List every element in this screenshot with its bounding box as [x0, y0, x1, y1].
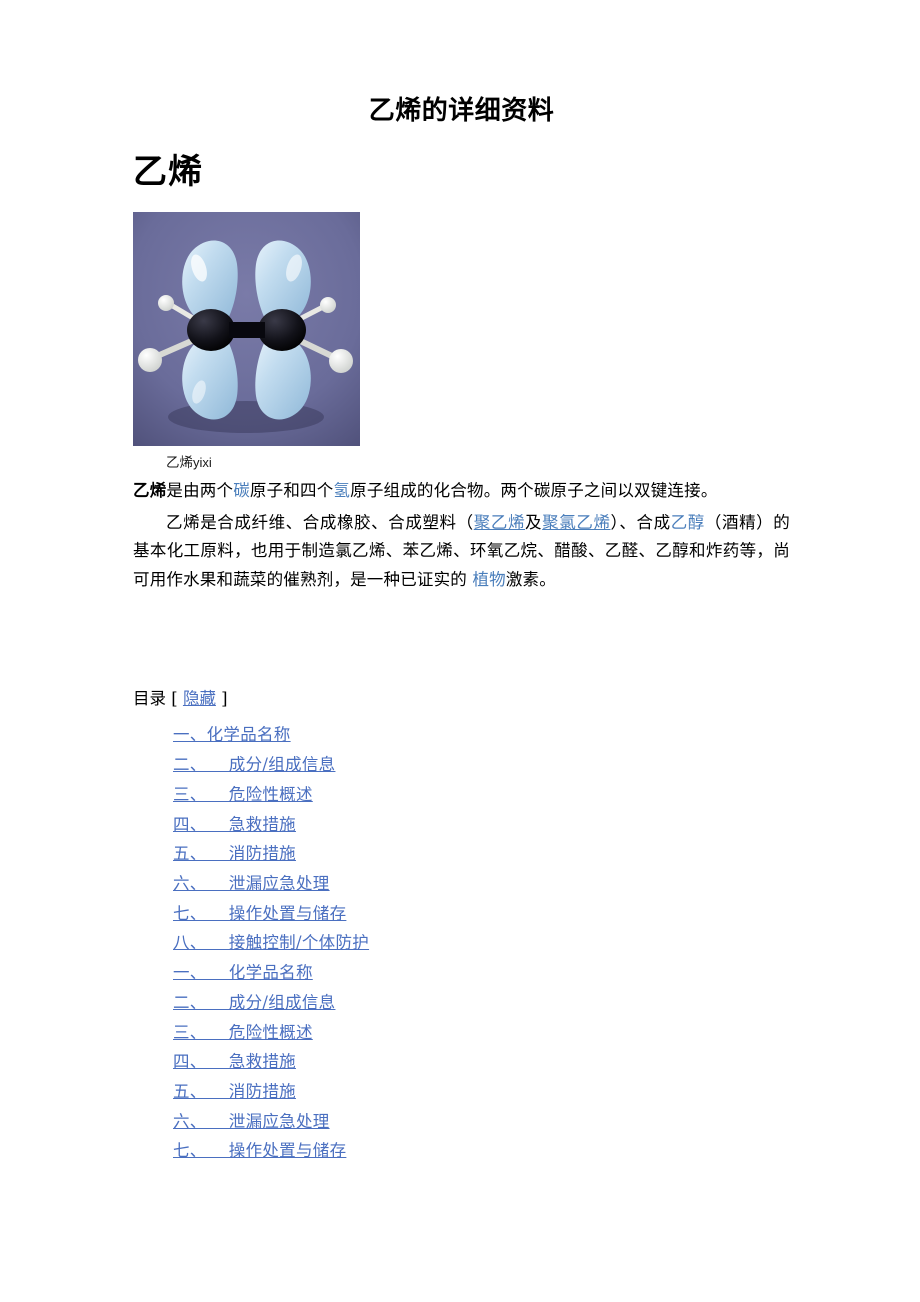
p1-segment-2: 原子和四个: [249, 480, 334, 500]
paragraph-definition: 乙烯是由两个碳原子和四个氢原子组成的化合物。两个碳原子之间以双键连接。: [133, 477, 790, 505]
ethylene-molecular-model-photo: [133, 211, 360, 446]
link-carbon[interactable]: 碳: [233, 481, 250, 500]
toc-item-5[interactable]: 五、 消防措施: [173, 844, 296, 863]
toc-item-4[interactable]: 四、 急救措施: [173, 815, 296, 834]
list-item: 六、 泄漏应急处理: [133, 1107, 790, 1137]
toc-item-15[interactable]: 七、 操作处置与储存: [173, 1141, 346, 1160]
figure: 乙烯yixi: [133, 211, 790, 473]
list-item: 七、 操作处置与储存: [133, 1136, 790, 1166]
link-hydrogen[interactable]: 氢: [333, 481, 350, 500]
page-title: 乙烯的详细资料: [368, 96, 555, 126]
toc-item-10[interactable]: 二、 成分/组成信息: [173, 993, 335, 1012]
p2-segment-1: 乙烯是合成纤维、合成橡胶、合成塑料（: [166, 512, 474, 532]
paragraph-uses: 乙烯是合成纤维、合成橡胶、合成塑料（聚乙烯及聚氯乙烯）、合成乙醇（酒精）的基本化…: [133, 509, 790, 594]
figure-caption-pinyin: yixi: [193, 454, 212, 470]
p2-segment-5: 激素。: [505, 569, 556, 589]
list-item: 一、 化学品名称: [133, 958, 790, 988]
link-plant[interactable]: 植物: [472, 570, 505, 589]
toc-list: 一、化学品名称 二、 成分/组成信息 三、 危险性概述 四、 急救措施 五、 消…: [133, 720, 790, 1166]
toc-item-1[interactable]: 一、化学品名称: [173, 725, 291, 744]
list-item: 六、 泄漏应急处理: [133, 869, 790, 899]
toc-item-8[interactable]: 八、 接触控制/个体防护: [173, 933, 369, 952]
list-item: 五、 消防措施: [133, 839, 790, 869]
link-pvc[interactable]: 聚氯乙烯: [542, 513, 610, 532]
link-polyethylene[interactable]: 聚乙烯: [474, 513, 525, 532]
figure-caption: 乙烯yixi: [166, 454, 790, 473]
toc-item-14[interactable]: 六、 泄漏应急处理: [173, 1112, 330, 1131]
toc-hide-toggle[interactable]: 隐藏: [183, 689, 216, 708]
list-item: 二、 成分/组成信息: [133, 750, 790, 780]
toc-item-6[interactable]: 六、 泄漏应急处理: [173, 874, 330, 893]
toc-item-12[interactable]: 四、 急救措施: [173, 1052, 296, 1071]
toc-item-13[interactable]: 五、 消防措施: [173, 1082, 296, 1101]
toc-item-9[interactable]: 一、 化学品名称: [173, 963, 313, 982]
list-item: 七、 操作处置与储存: [133, 899, 790, 929]
toc-item-7[interactable]: 七、 操作处置与储存: [173, 904, 346, 923]
p1-segment-3: 原子组成的化合物。两个碳原子之间以双键连接。: [350, 480, 718, 500]
term-ethylene: 乙烯: [133, 480, 167, 500]
document-page: 乙烯的详细资料 乙烯 乙烯yixi 乙烯是由两个碳原子和四个氢原子组成的化合物。…: [0, 0, 920, 1302]
toc-item-11[interactable]: 三、 危险性概述: [173, 1023, 313, 1042]
p2-segment-2: 及: [525, 512, 543, 532]
list-item: 二、 成分/组成信息: [133, 988, 790, 1018]
toc-header: 目录 [ 隐藏 ]: [133, 686, 790, 712]
list-item: 三、 危险性概述: [133, 780, 790, 810]
list-item: 五、 消防措施: [133, 1077, 790, 1107]
figure-caption-cn: 乙烯: [166, 454, 193, 471]
toc-label-end: ]: [215, 689, 228, 709]
toc-item-2[interactable]: 二、 成分/组成信息: [173, 755, 335, 774]
p2-segment-3: ）、合成: [610, 512, 671, 532]
table-of-contents: 目录 [ 隐藏 ] 一、化学品名称 二、 成分/组成信息 三、 危险性概述 四、…: [133, 686, 790, 1166]
toc-item-3[interactable]: 三、 危险性概述: [173, 785, 313, 804]
list-item: 一、化学品名称: [133, 720, 790, 750]
list-item: 三、 危险性概述: [133, 1018, 790, 1048]
toc-label: 目录 [: [133, 689, 183, 709]
list-item: 四、 急救措施: [133, 1047, 790, 1077]
article-heading: 乙烯: [133, 152, 203, 193]
list-item: 四、 急救措施: [133, 810, 790, 840]
list-item: 八、 接触控制/个体防护: [133, 928, 790, 958]
p1-segment-1: 是由两个: [166, 480, 234, 500]
link-ethanol[interactable]: 乙醇: [671, 513, 705, 532]
